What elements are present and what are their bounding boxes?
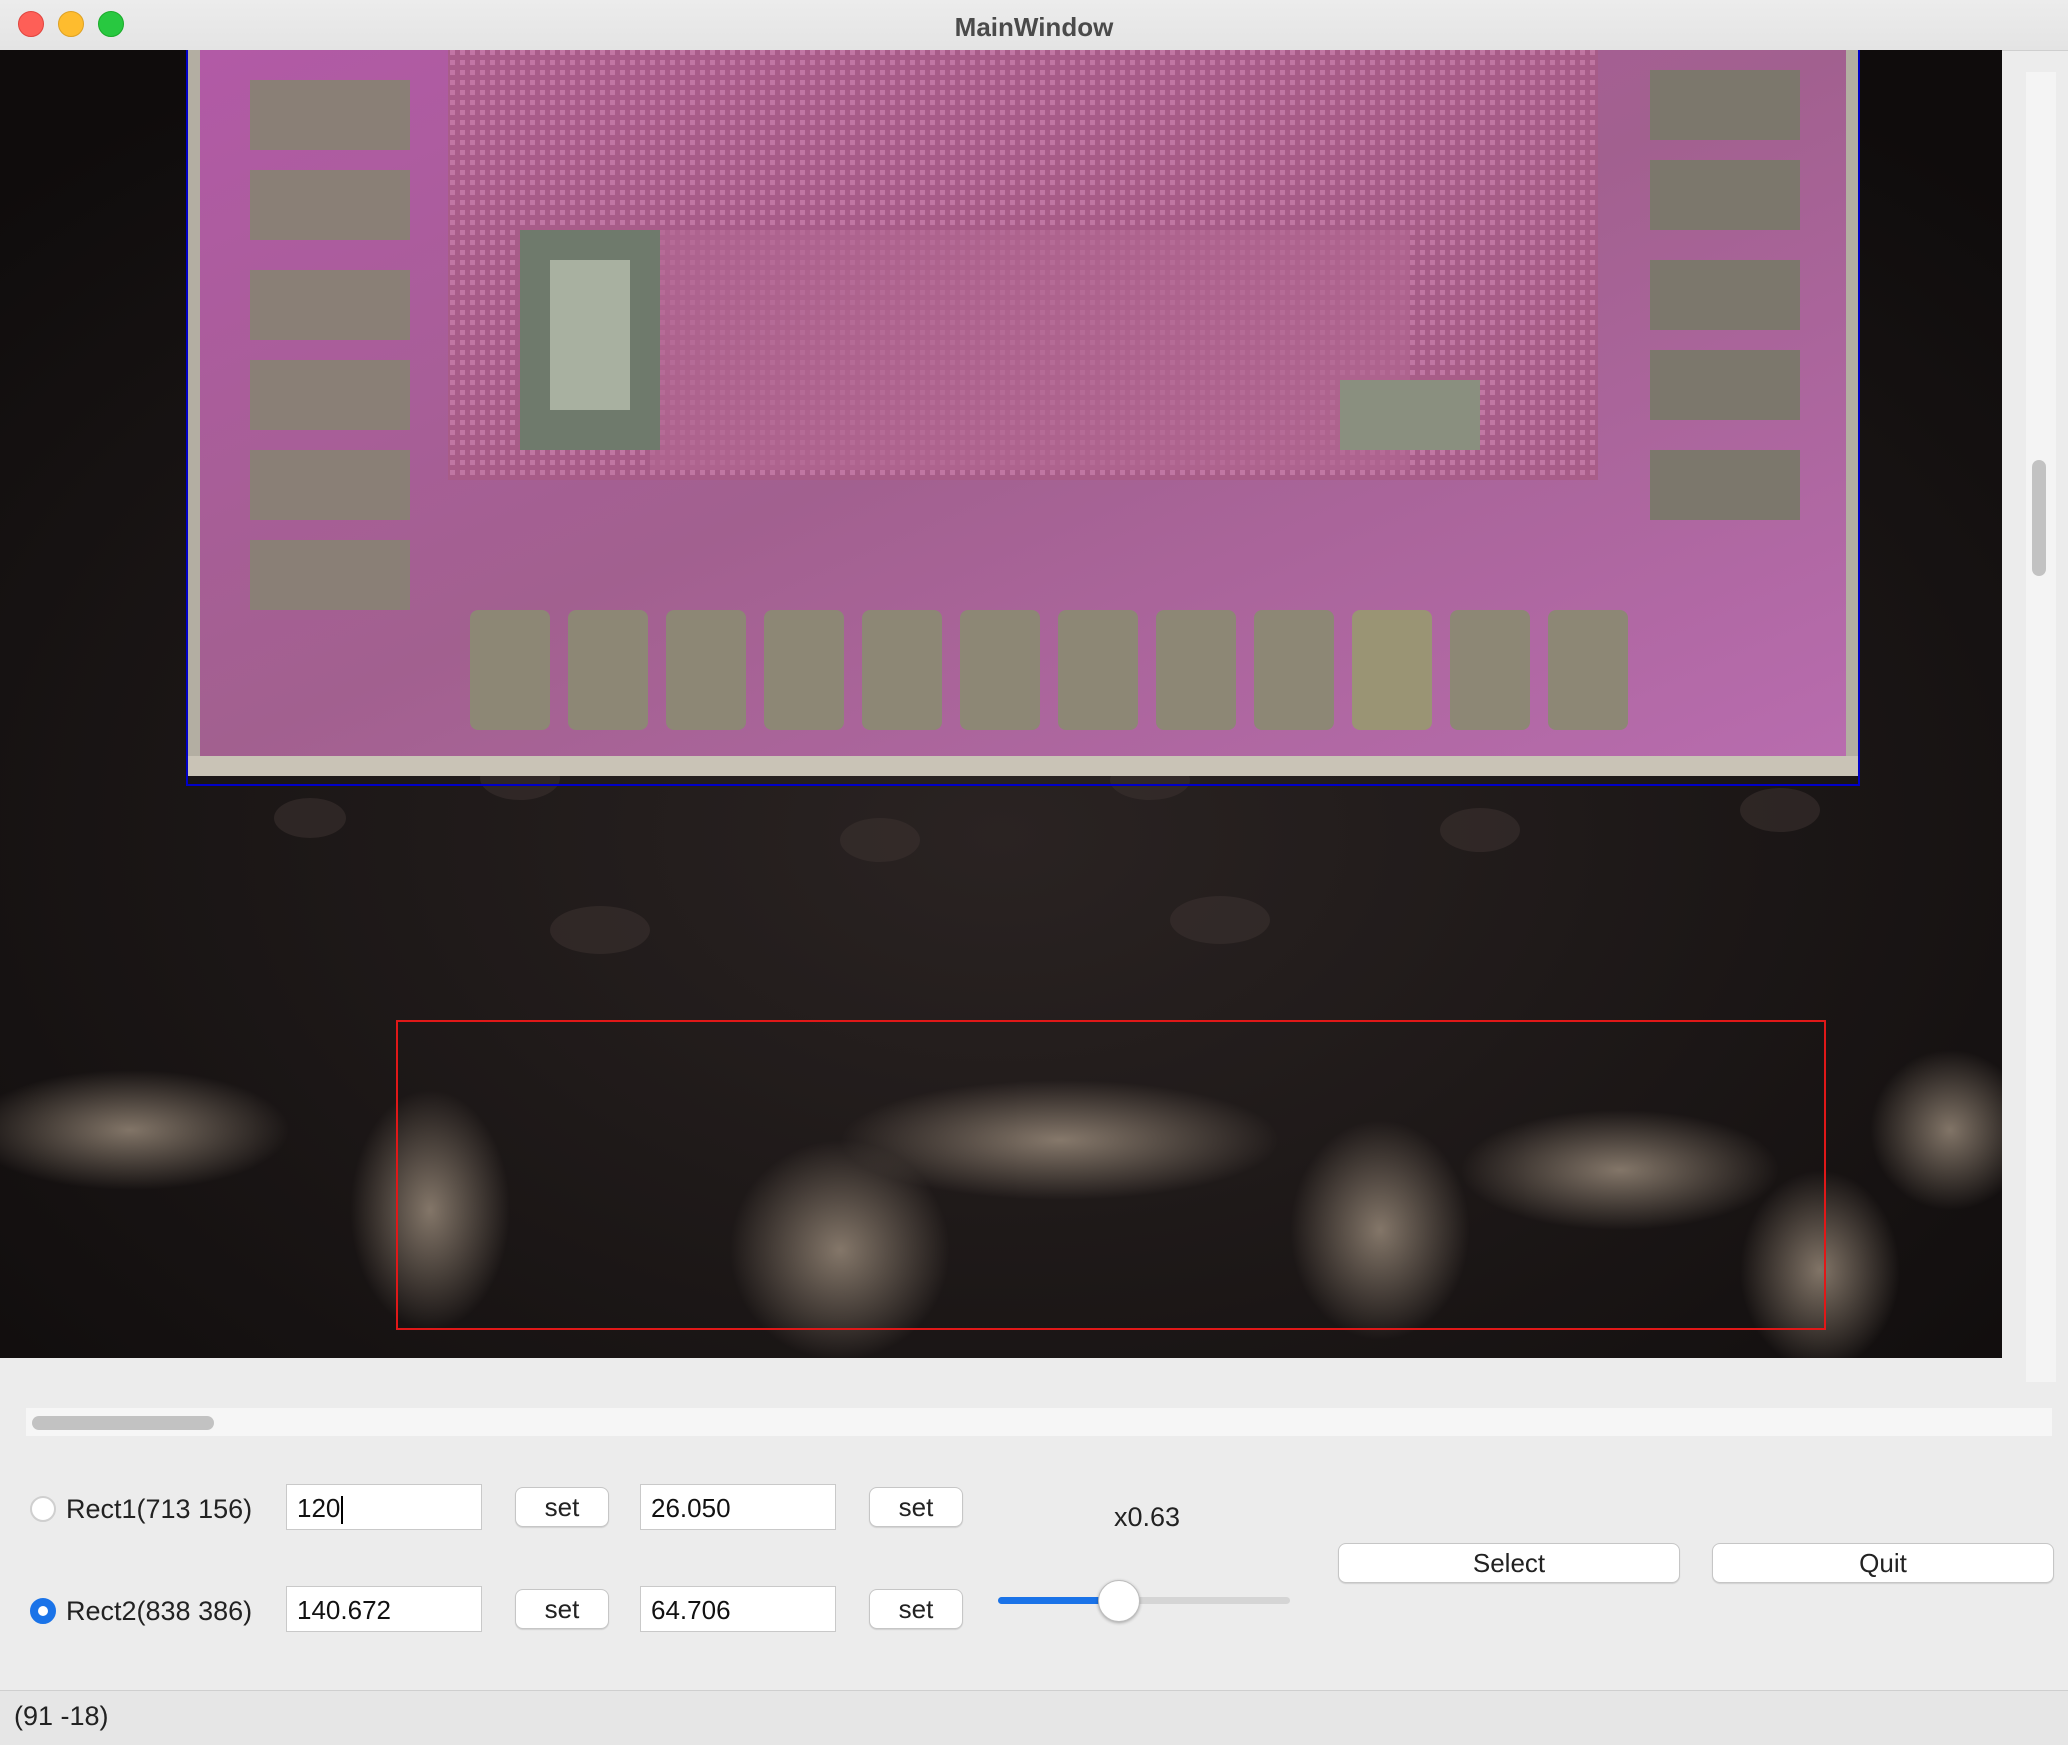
rect2-overlay[interactable] xyxy=(396,1020,1826,1330)
rect2-label: Rect2(838 386) xyxy=(66,1596,253,1626)
rect1-set2-button[interactable]: set xyxy=(869,1487,963,1527)
rect2-value1-input[interactable]: 140.672 xyxy=(286,1586,482,1632)
quit-button[interactable]: Quit xyxy=(1712,1543,2054,1583)
title-bar: MainWindow xyxy=(0,0,2068,51)
window-title: MainWindow xyxy=(954,12,1114,42)
status-bar: (91 -18) xyxy=(0,1690,2068,1745)
zoom-slider-handle[interactable] xyxy=(1097,1580,1140,1622)
rect1-value1-text: 120 xyxy=(297,1493,341,1523)
rect1-label: Rect1(713 156) xyxy=(66,1494,253,1524)
cursor-coordinates: (91 -18) xyxy=(14,1701,109,1731)
rect2-radio[interactable] xyxy=(30,1598,56,1624)
rect2-value2-input[interactable]: 64.706 xyxy=(640,1586,836,1632)
vertical-scrollbar[interactable] xyxy=(2026,72,2056,1382)
vertical-scroll-thumb[interactable] xyxy=(2032,460,2046,576)
rect1-radio[interactable] xyxy=(30,1496,56,1522)
zoom-label: x0.63 xyxy=(1114,1502,1181,1532)
select-button[interactable]: Select xyxy=(1338,1543,1680,1583)
image-viewport[interactable] xyxy=(0,50,2002,1358)
horizontal-scroll-thumb[interactable] xyxy=(32,1416,214,1430)
rect1-set1-button[interactable]: set xyxy=(515,1487,609,1527)
rect1-value1-input[interactable]: 120 xyxy=(286,1484,482,1530)
rect2-set1-button[interactable]: set xyxy=(515,1589,609,1629)
rect1-overlay[interactable] xyxy=(186,50,1860,786)
rect2-set2-button[interactable]: set xyxy=(869,1589,963,1629)
horizontal-scrollbar[interactable] xyxy=(26,1408,2052,1436)
text-caret xyxy=(341,1496,344,1525)
rect1-value2-input[interactable]: 26.050 xyxy=(640,1484,836,1530)
